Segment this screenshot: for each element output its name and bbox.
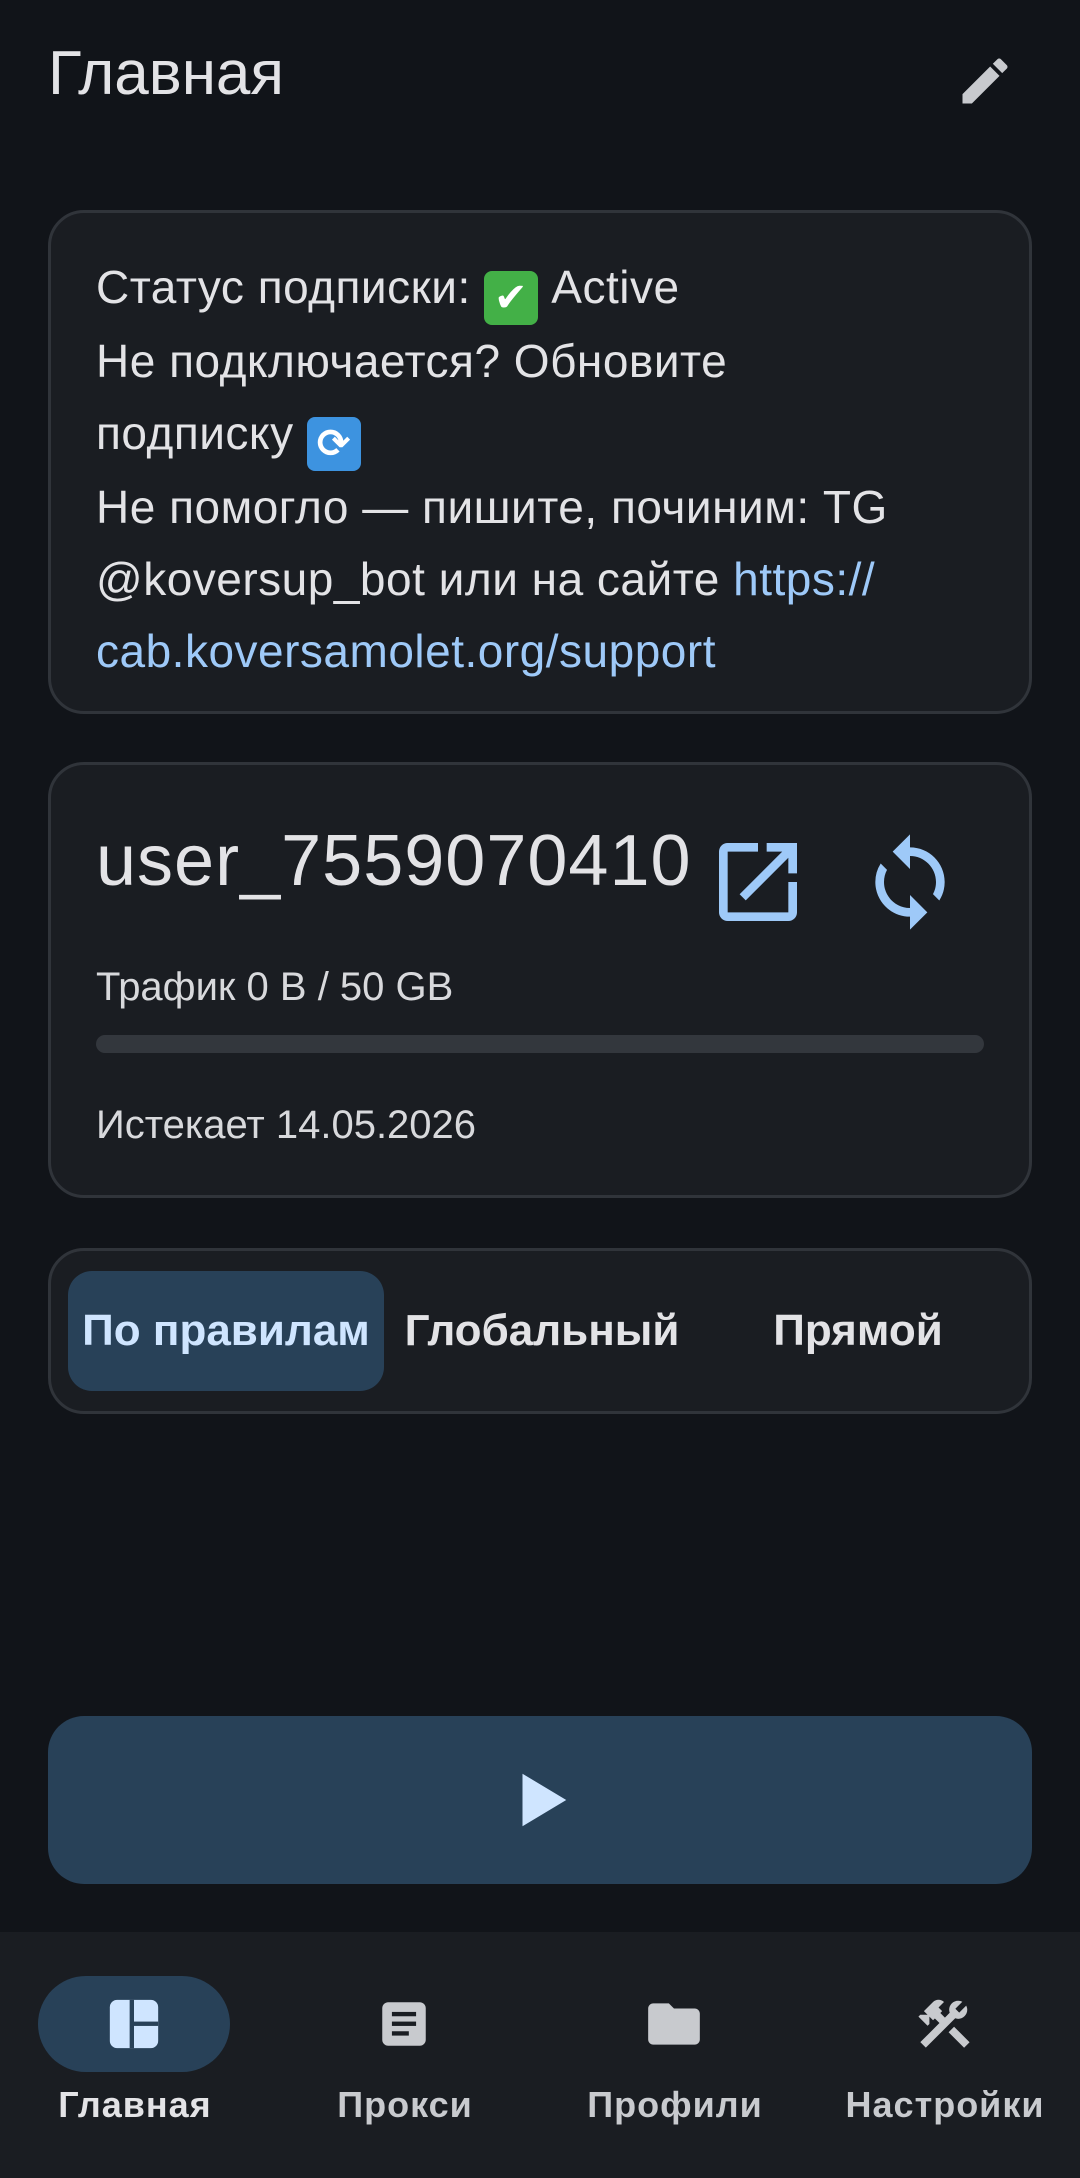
status-value: Active bbox=[551, 261, 680, 313]
mode-global[interactable]: Глобальный bbox=[384, 1271, 700, 1391]
traffic-text: Трафик 0 B / 50 GB bbox=[96, 965, 454, 1009]
nav-pill-settings bbox=[848, 1976, 1040, 2072]
tools-icon bbox=[918, 1999, 970, 2048]
pencil-icon bbox=[962, 58, 1008, 104]
nav-item-settings[interactable]: Настройки bbox=[810, 1932, 1080, 2178]
mode-rules[interactable]: По правилам bbox=[68, 1271, 384, 1391]
support-text: @koversup_bot или на сайте bbox=[96, 553, 720, 605]
status-line: Статус подписки: ✔ Active bbox=[96, 251, 984, 325]
nav-label-home: Главная bbox=[58, 2084, 212, 2125]
nav-pill-home bbox=[38, 1976, 230, 2072]
nav-label-profiles: Профили bbox=[587, 2084, 763, 2125]
username: user_7559070410 bbox=[96, 821, 692, 901]
page-title: Главная bbox=[48, 39, 284, 108]
app-bar: Главная bbox=[0, 0, 1080, 155]
folder-icon bbox=[648, 2003, 700, 2045]
nav-label-settings: Настройки bbox=[845, 2084, 1045, 2125]
open-profile-button[interactable] bbox=[706, 830, 810, 934]
article-icon bbox=[382, 2002, 426, 2046]
nav-pill-profiles bbox=[578, 1976, 770, 2072]
expiry-text: Истекает 14.05.2026 bbox=[96, 1103, 477, 1147]
check-mark-icon: ✔ bbox=[484, 271, 539, 325]
status-label: Статус подписки: bbox=[96, 261, 471, 313]
support-link-start[interactable]: https:// bbox=[733, 553, 875, 605]
support-link[interactable]: cab.koversamolet.org/support bbox=[96, 625, 716, 677]
profile-card: user_7559070410 Трафик 0 B / 50 GB Истек… bbox=[48, 762, 1032, 1198]
nav-pill-proxies bbox=[308, 1976, 500, 2072]
routing-mode-selector: По правилам Глобальный Прямой bbox=[48, 1248, 1032, 1414]
sync-icon bbox=[875, 834, 945, 930]
nav-item-proxies[interactable]: Прокси bbox=[270, 1932, 540, 2178]
open-in-new-icon bbox=[719, 843, 797, 921]
support-line: Не помогло — пишите, починим: TG bbox=[96, 481, 888, 533]
connect-button[interactable] bbox=[48, 1716, 1032, 1884]
play-icon bbox=[522, 1773, 567, 1827]
bottom-navigation: Главная Прокси Профили Настройки bbox=[0, 1932, 1080, 2178]
nav-item-profiles[interactable]: Профили bbox=[540, 1932, 810, 2178]
refresh-icon: ⟳ bbox=[306, 417, 361, 471]
status-hint-line-2: подписку ⟳ bbox=[96, 397, 984, 471]
nav-label-proxies: Прокси bbox=[337, 2084, 473, 2125]
subscription-status-card: Статус подписки: ✔ Active Не подключаетс… bbox=[48, 210, 1032, 714]
support-link-line: cab.koversamolet.org/support bbox=[96, 615, 984, 687]
traffic-progress-bar bbox=[96, 1035, 984, 1053]
dashboard-icon bbox=[109, 1999, 159, 2049]
mode-direct[interactable]: Прямой bbox=[700, 1271, 1016, 1391]
support-line-2: @koversup_bot или на сайте https:// bbox=[96, 543, 984, 615]
status-hint-text: подписку bbox=[96, 407, 294, 459]
edit-button[interactable] bbox=[944, 40, 1026, 122]
refresh-profile-button[interactable] bbox=[858, 830, 962, 934]
nav-item-home[interactable]: Главная bbox=[0, 1932, 270, 2178]
status-hint-line: Не подключается? Обновите bbox=[96, 335, 728, 387]
